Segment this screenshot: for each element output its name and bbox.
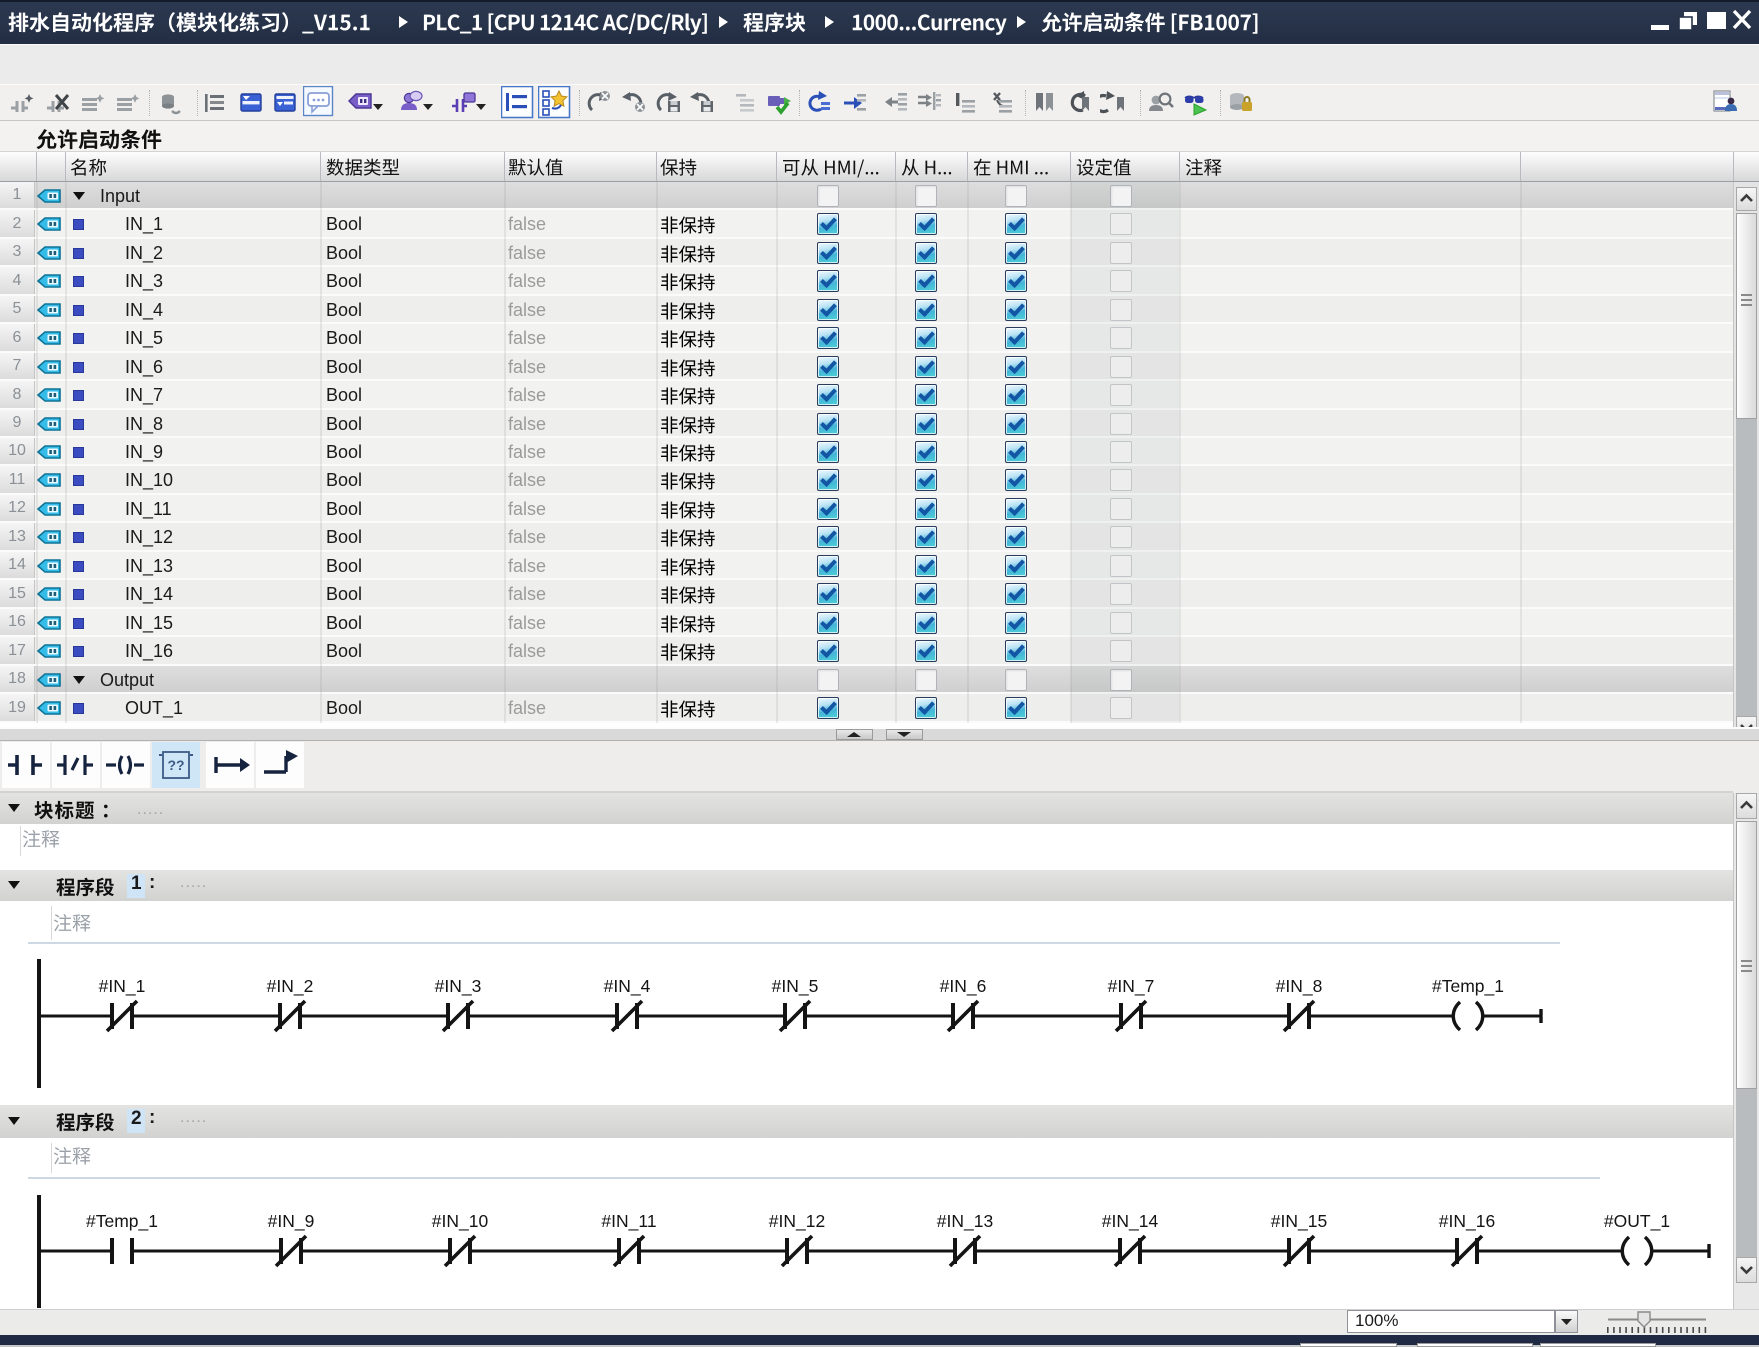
svg-text:#IN_9: #IN_9 xyxy=(268,1211,315,1232)
svg-text:#IN_12: #IN_12 xyxy=(769,1211,825,1232)
svg-text:#IN_10: #IN_10 xyxy=(432,1211,489,1232)
svg-text:#IN_7: #IN_7 xyxy=(1108,976,1155,997)
svg-text:#IN_6: #IN_6 xyxy=(940,976,987,997)
svg-text:#IN_15: #IN_15 xyxy=(1271,1211,1327,1232)
svg-text:#IN_5: #IN_5 xyxy=(772,976,819,997)
svg-text:#Temp_1: #Temp_1 xyxy=(86,1211,158,1232)
svg-text:#OUT_1: #OUT_1 xyxy=(1604,1211,1670,1232)
svg-text:??: ?? xyxy=(167,757,184,773)
svg-text:#IN_2: #IN_2 xyxy=(267,976,314,997)
svg-text:#IN_3: #IN_3 xyxy=(435,976,482,997)
svg-text:#IN_13: #IN_13 xyxy=(937,1211,993,1232)
svg-text:#IN_14: #IN_14 xyxy=(1102,1211,1159,1232)
svg-text:#IN_8: #IN_8 xyxy=(1276,976,1323,997)
svg-text:#IN_4: #IN_4 xyxy=(604,976,651,997)
svg-text:#IN_11: #IN_11 xyxy=(601,1211,656,1232)
svg-text:#IN_16: #IN_16 xyxy=(1439,1211,1495,1232)
svg-text:#Temp_1: #Temp_1 xyxy=(1432,976,1504,997)
svg-text:#IN_1: #IN_1 xyxy=(99,976,146,997)
